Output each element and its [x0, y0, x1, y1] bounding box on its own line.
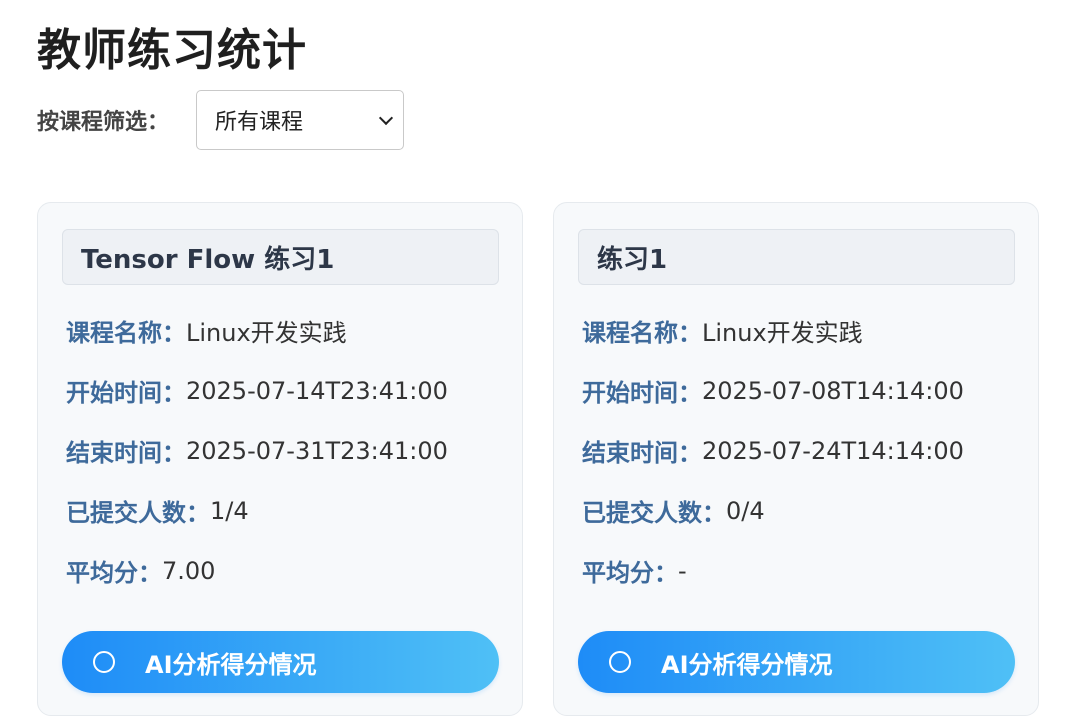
ai-analyze-label: AI分析得分情况: [661, 650, 833, 679]
exercise-title: Tensor Flow 练习1: [62, 229, 499, 285]
start-time-field: 开始时间： 2025-07-08T14:14:00: [582, 373, 964, 408]
submitted-count-label: 已提交人数：: [582, 499, 726, 527]
chevron-down-icon: [378, 110, 394, 126]
end-time-field: 结束时间： 2025-07-24T14:14:00: [582, 433, 964, 468]
average-score-label: 平均分：: [582, 559, 678, 587]
average-score-value: 7.00: [162, 556, 216, 585]
filter-label: 按课程筛选：: [37, 110, 170, 135]
exercise-card: 练习1 课程名称： Linux开发实践 开始时间： 2025-07-08T14:…: [553, 202, 1039, 716]
submitted-count-value: 1/4: [210, 496, 249, 525]
course-name-field: 课程名称： Linux开发实践: [582, 313, 863, 348]
circle-icon: [609, 651, 631, 673]
ai-analyze-label: AI分析得分情况: [145, 650, 317, 679]
start-time-value: 2025-07-08T14:14:00: [702, 376, 964, 405]
ai-analyze-button[interactable]: AI分析得分情况: [578, 631, 1015, 693]
circle-icon: [93, 651, 115, 673]
average-score-field: 平均分： 7.00: [66, 553, 215, 588]
course-name-field: 课程名称： Linux开发实践: [66, 313, 347, 348]
ai-analyze-button[interactable]: AI分析得分情况: [62, 631, 499, 693]
start-time-label: 开始时间：: [582, 379, 702, 407]
end-time-value: 2025-07-24T14:14:00: [702, 436, 964, 465]
end-time-label: 结束时间：: [582, 439, 702, 467]
end-time-value: 2025-07-31T23:41:00: [186, 436, 448, 465]
course-name-label: 课程名称：: [582, 319, 702, 347]
submitted-count-value: 0/4: [726, 496, 765, 525]
average-score-field: 平均分： -: [582, 553, 687, 588]
course-name-value: Linux开发实践: [702, 319, 863, 347]
start-time-value: 2025-07-14T23:41:00: [186, 376, 448, 405]
average-score-label: 平均分：: [66, 559, 162, 587]
end-time-field: 结束时间： 2025-07-31T23:41:00: [66, 433, 448, 468]
submitted-count-field: 已提交人数： 1/4: [66, 493, 249, 528]
start-time-field: 开始时间： 2025-07-14T23:41:00: [66, 373, 448, 408]
start-time-label: 开始时间：: [66, 379, 186, 407]
end-time-label: 结束时间：: [66, 439, 186, 467]
course-select[interactable]: 所有课程: [196, 90, 405, 150]
submitted-count-label: 已提交人数：: [66, 499, 210, 527]
course-select-value: 所有课程: [215, 110, 304, 135]
course-name-value: Linux开发实践: [186, 319, 347, 347]
page-title: 教师练习统计: [37, 25, 307, 76]
course-name-label: 课程名称：: [66, 319, 186, 347]
submitted-count-field: 已提交人数： 0/4: [582, 493, 765, 528]
exercise-title: 练习1: [578, 229, 1015, 285]
exercise-card: Tensor Flow 练习1 课程名称： Linux开发实践 开始时间： 20…: [37, 202, 523, 716]
course-filter: 按课程筛选： 所有课程: [37, 90, 405, 150]
average-score-value: -: [678, 556, 687, 585]
